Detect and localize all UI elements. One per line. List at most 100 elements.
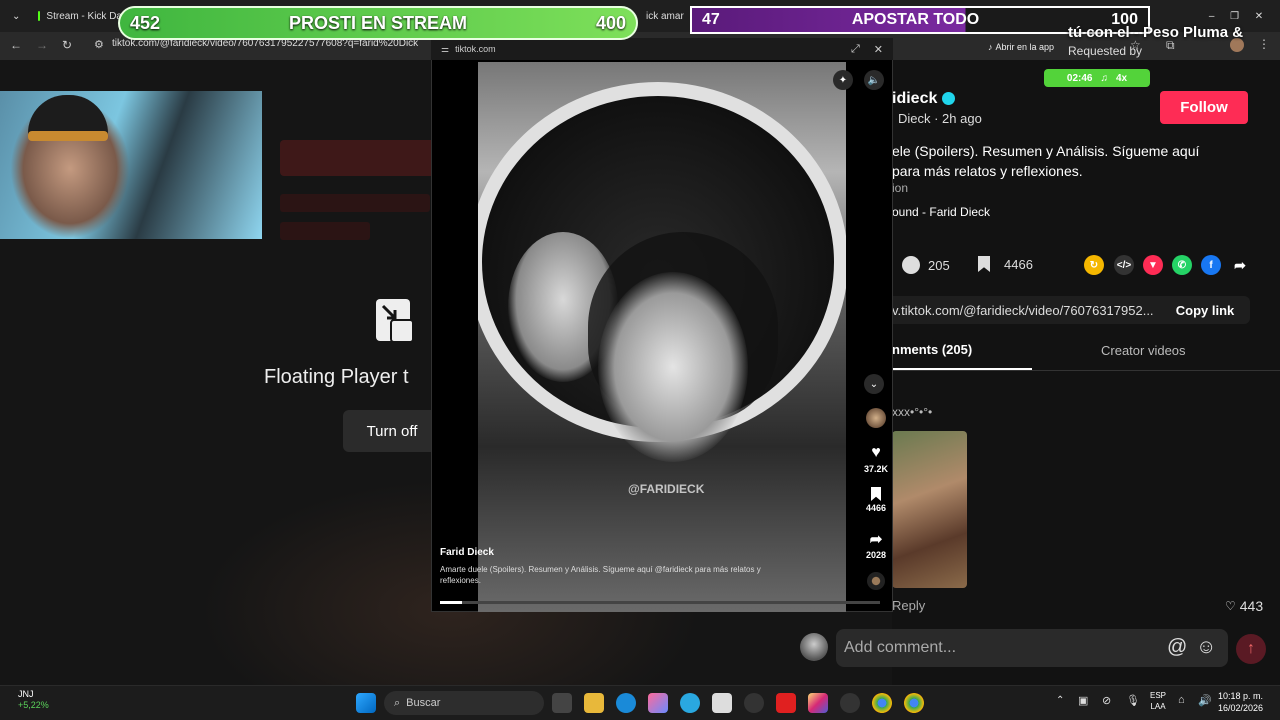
embed-icon[interactable]: </> [1114, 255, 1134, 275]
description-line-2: para más relatos y reflexiones. [892, 163, 1083, 179]
language-indicator[interactable]: ESP LAA [1150, 690, 1166, 712]
comment-icon [902, 256, 920, 274]
instagram-icon[interactable] [808, 693, 828, 713]
copy-link-button[interactable]: Copy link [1165, 300, 1245, 320]
music-disc-icon [867, 572, 885, 590]
post-comment-button[interactable]: ↑ [1236, 634, 1266, 664]
tiktok-icon: ♪ [988, 42, 993, 52]
turn-off-button[interactable]: Turn off [343, 410, 441, 452]
tray-chevron-icon[interactable]: ⌃ [1056, 695, 1064, 706]
video-author[interactable]: Farid Dieck [440, 547, 494, 558]
start-icon[interactable] [356, 693, 376, 713]
poll-bar-green: 452 PROSTI EN STREAM 400 [118, 6, 638, 40]
video-link: v.tiktok.com/@faridieck/video/7607631795… [892, 303, 1154, 318]
tray-network-icon[interactable]: ⊘ [1102, 694, 1111, 707]
tab-label: ick amar [646, 10, 684, 22]
tab-list-button[interactable]: ⌄ [4, 4, 26, 28]
sound-name[interactable]: ound - Farid Dieck [892, 205, 990, 219]
commenter-name[interactable]: xxx•°•°• [892, 405, 932, 419]
obs-icon[interactable] [840, 693, 860, 713]
telegram-icon[interactable] [680, 693, 700, 713]
whatsapp-icon[interactable]: ✆ [1172, 255, 1192, 275]
facebook-icon[interactable]: f [1201, 255, 1221, 275]
add-comment-input[interactable] [844, 637, 1144, 659]
back-icon[interactable]: ← [10, 38, 22, 52]
share-button[interactable]: ➦ 2028 [862, 530, 890, 560]
song-timer-badge: 02:46 ♫ 4x [1044, 69, 1150, 87]
video-frame[interactable] [478, 62, 846, 612]
author-meta: Dieck · 2h ago [898, 111, 982, 126]
video-progress-bar[interactable] [440, 601, 880, 604]
poll-title: PROSTI EN STREAM [288, 12, 467, 33]
floating-player-icon [376, 299, 414, 343]
poll-right-count: 400 [595, 12, 626, 33]
tray-app-icon[interactable]: ▣ [1078, 694, 1088, 707]
comment-likes[interactable]: ♡ 443 [1225, 598, 1263, 614]
copilot-icon[interactable] [648, 693, 668, 713]
minimize-icon[interactable]: – [1209, 11, 1215, 22]
reload-icon[interactable]: ↻ [62, 38, 72, 52]
comments-stat[interactable]: 205 [902, 256, 950, 274]
blurred-line [280, 194, 430, 212]
emoji-icon[interactable]: ☺ [1196, 636, 1216, 659]
follow-button[interactable]: Follow [1160, 91, 1248, 124]
saves-stat[interactable]: 4466 [978, 256, 1033, 272]
chrome-icon[interactable] [872, 693, 892, 713]
author-avatar-button[interactable] [862, 408, 890, 428]
reply-button[interactable]: Reply [892, 598, 925, 613]
like-button[interactable]: ♥ 37.2K [862, 444, 890, 474]
sound-disc-button[interactable] [862, 572, 890, 590]
author-name[interactable]: idieck [892, 90, 955, 108]
taskbar-search[interactable]: ⌕ Buscar [384, 691, 544, 715]
comment-image[interactable] [892, 431, 967, 588]
task-view-icon[interactable] [552, 693, 572, 713]
bookmark-icon [978, 256, 990, 272]
volume-tray-icon[interactable]: 🔊 [1198, 694, 1212, 707]
verified-icon [941, 92, 955, 106]
now-playing-song: tú con el - Peso Pluma & [1068, 24, 1244, 41]
volume-icon[interactable]: 🔈 [864, 70, 884, 90]
floating-player-text: Floating Player t [264, 366, 409, 388]
wifi-icon[interactable]: ⌂ [1178, 694, 1185, 706]
menu-icon[interactable]: ⋮ [1258, 37, 1270, 51]
edge-icon[interactable] [616, 693, 636, 713]
poll-left-count: 47 [702, 11, 720, 28]
store-icon[interactable] [712, 693, 732, 713]
description-more[interactable]: ion [892, 181, 908, 195]
tab-kick[interactable]: Stream - Kick Da [30, 4, 130, 28]
send-to-friend-icon[interactable]: ▼ [1143, 255, 1163, 275]
chevron-down-icon[interactable]: ⌄ [864, 374, 884, 394]
repost-icon[interactable]: ↻ [1084, 255, 1104, 275]
more-share-icon[interactable]: ➦ [1230, 255, 1250, 275]
tab-label: Stream - Kick Da [46, 10, 122, 22]
forward-icon[interactable]: → [36, 38, 48, 52]
save-button[interactable]: 4466 [862, 487, 890, 513]
poll-title: APOSTAR TODO [851, 11, 980, 28]
tab-tiktok[interactable]: ick amar [638, 4, 690, 28]
restore-icon[interactable]: ❐ [1230, 11, 1239, 22]
site-info-icon[interactable]: ⚙ [94, 38, 104, 51]
system-clock[interactable]: 10:18 p. m. 16/02/2026 [1218, 690, 1263, 714]
mention-icon[interactable]: @ [1167, 636, 1187, 659]
file-explorer-icon[interactable] [584, 693, 604, 713]
chrome-profile-icon[interactable] [904, 693, 924, 713]
poll-left-count: 452 [130, 12, 161, 33]
sparkle-icon[interactable]: ✦ [833, 70, 853, 90]
bookmark-icon [871, 487, 881, 501]
heart-icon: ♥ [871, 444, 881, 461]
xbox-icon[interactable] [744, 693, 764, 713]
wps-icon[interactable] [776, 693, 796, 713]
webcam-feed [0, 91, 262, 239]
stock-widget[interactable]: JNJ +5,22% [18, 689, 49, 711]
back-to-tab-icon[interactable]: ⤢ [851, 43, 860, 56]
close-floating-icon[interactable]: ✕ [874, 43, 883, 56]
blurred-title [280, 140, 440, 176]
video-watermark: @FARIDIECK [628, 482, 705, 496]
tab-comments[interactable]: nments (205) [892, 342, 972, 357]
open-in-app-button[interactable]: ♪ Abrir en la app [988, 38, 1068, 56]
floating-window-titlebar: ⚌ tiktok.com ⤢ ✕ [431, 38, 893, 60]
tab-creator-videos[interactable]: Creator videos [1101, 343, 1186, 358]
video-description: Amarte duele (Spoilers). Resumen y Análi… [440, 565, 761, 585]
close-icon[interactable]: ✕ [1255, 11, 1263, 22]
tray-mic-icon[interactable]: 🎙 [1126, 694, 1140, 707]
